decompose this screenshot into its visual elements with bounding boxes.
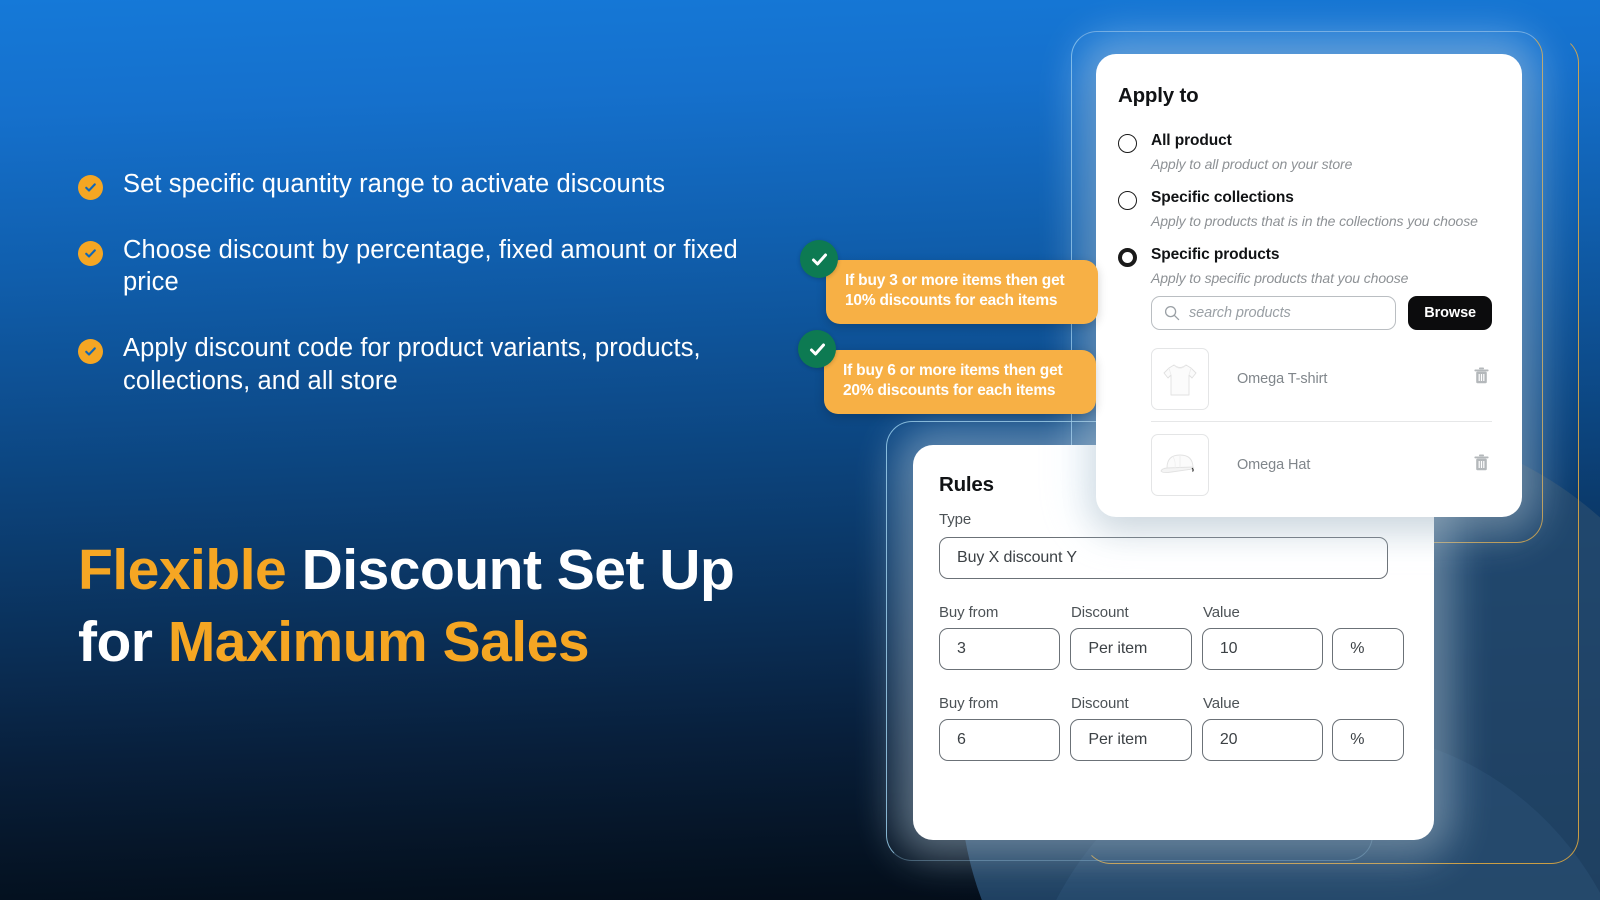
headline-accent-2: Maximum Sales xyxy=(167,610,590,675)
product-search-row: search products Browse xyxy=(1151,296,1492,330)
feature-list: Set specific quantity range to activate … xyxy=(78,168,778,430)
trash-icon[interactable] xyxy=(1473,367,1490,390)
feature-text: Apply discount code for product variants… xyxy=(123,333,701,395)
feature-text: Set specific quantity range to activate … xyxy=(123,170,666,198)
discount-label: Discount xyxy=(1071,695,1129,712)
apply-to-radio-group: All product Apply to all product on your… xyxy=(1118,132,1492,286)
tooltip-text: If buy 3 or more items then get 10% disc… xyxy=(826,260,1098,324)
hat-image xyxy=(1151,434,1209,496)
apply-to-card: Apply to All product Apply to all produc… xyxy=(1096,54,1522,517)
value-input[interactable]: 10 xyxy=(1201,628,1324,670)
rule-row-labels: Buy from Discount Value xyxy=(939,695,1404,712)
type-select[interactable]: Buy X discount Y xyxy=(939,537,1388,579)
rule-row-inputs: 6 Per item 20 % xyxy=(939,719,1405,761)
trash-icon[interactable] xyxy=(1473,454,1490,477)
buy-from-input[interactable]: 6 xyxy=(939,719,1061,761)
apply-to-card-title: Apply to xyxy=(1118,84,1199,107)
radio-icon-selected[interactable] xyxy=(1118,248,1137,267)
browse-button[interactable]: Browse xyxy=(1408,296,1492,330)
unit-select[interactable]: % xyxy=(1332,628,1405,670)
discount-select[interactable]: Per item xyxy=(1070,719,1192,761)
radio-label: Specific products xyxy=(1151,246,1280,263)
feature-text: Choose discount by percentage, fixed amo… xyxy=(123,235,738,297)
page-title: Flexible Discount Set Up for Maximum Sal… xyxy=(78,534,778,678)
rule-row-1: Buy from Discount Value 3 Per item 10 % xyxy=(939,604,1405,670)
check-circle-icon xyxy=(78,240,103,266)
radio-icon[interactable] xyxy=(1118,191,1137,210)
selected-products-list: Omega T-shirt Omega Hat xyxy=(1151,336,1492,508)
check-badge-icon xyxy=(798,330,836,368)
check-circle-icon xyxy=(78,338,103,364)
check-badge-icon xyxy=(800,240,838,278)
product-row: Omega Hat xyxy=(1151,422,1492,508)
radio-label: Specific collections xyxy=(1151,189,1294,206)
rule-row-labels: Buy from Discount Value xyxy=(939,604,1404,621)
unit-select[interactable]: % xyxy=(1332,719,1405,761)
feature-item: Apply discount code for product variants… xyxy=(78,332,778,397)
tshirt-image xyxy=(1151,347,1209,410)
radio-icon[interactable] xyxy=(1118,134,1137,153)
product-name: Omega T-shirt xyxy=(1237,370,1328,387)
check-circle-icon xyxy=(78,175,103,200)
value-input[interactable]: 20 xyxy=(1201,719,1324,761)
radio-option-specific-products[interactable]: Specific products xyxy=(1118,246,1492,267)
buy-from-label: Buy from xyxy=(939,604,999,621)
radio-option-all-product[interactable]: All product xyxy=(1118,132,1492,153)
radio-label: All product xyxy=(1151,132,1232,149)
discount-label: Discount xyxy=(1071,604,1129,621)
value-label: Value xyxy=(1203,695,1240,712)
search-icon xyxy=(1164,305,1180,321)
search-input[interactable]: search products xyxy=(1151,296,1397,330)
feature-item: Choose discount by percentage, fixed amo… xyxy=(78,234,778,299)
buy-from-label: Buy from xyxy=(939,695,999,712)
discount-select[interactable]: Per item xyxy=(1070,628,1192,670)
product-row: Omega T-shirt xyxy=(1151,336,1492,422)
product-name: Omega Hat xyxy=(1237,457,1311,473)
radio-description: Apply to all product on your store xyxy=(1151,156,1353,172)
tooltip-text: If buy 6 or more items then get 20% disc… xyxy=(824,350,1096,414)
rule-row-inputs: 3 Per item 10 % xyxy=(939,628,1405,670)
radio-description: Apply to products that is in the collect… xyxy=(1151,213,1478,229)
buy-from-input[interactable]: 3 xyxy=(939,628,1061,670)
radio-option-specific-collections[interactable]: Specific collections xyxy=(1118,189,1492,210)
hero-column: Set specific quantity range to activate … xyxy=(78,0,838,900)
search-placeholder: search products xyxy=(1189,305,1291,321)
value-label: Value xyxy=(1203,604,1240,621)
feature-item: Set specific quantity range to activate … xyxy=(78,168,778,201)
rule-row-2: Buy from Discount Value 6 Per item 20 % xyxy=(939,695,1405,761)
headline-accent-1: Flexible xyxy=(78,538,302,602)
radio-description: Apply to specific products that you choo… xyxy=(1151,270,1409,286)
